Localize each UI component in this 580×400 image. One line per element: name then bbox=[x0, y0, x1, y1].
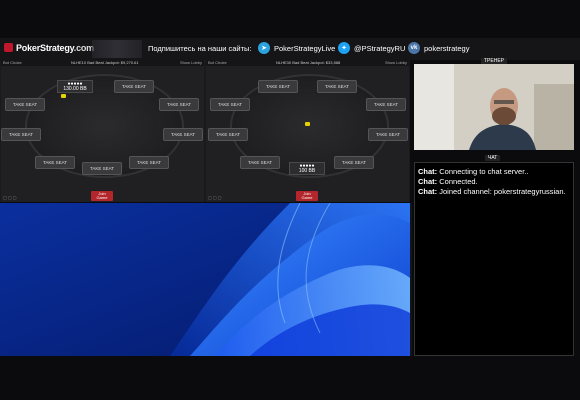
telegram-icon: ➤ bbox=[258, 42, 270, 54]
take-seat-button[interactable]: TAKE SEAT bbox=[317, 80, 357, 93]
take-seat-button[interactable]: TAKE SEAT bbox=[159, 98, 199, 111]
chat-message: Chat: Joined channel: pokerstrategyrussi… bbox=[415, 187, 573, 197]
chat-text: Connected. bbox=[439, 177, 478, 186]
table-menu[interactable]: Bot Choke bbox=[3, 60, 22, 65]
jackpot-text: NLHE30 Bad Beat Jackpot: $33,588 bbox=[276, 60, 341, 65]
player-stack: ●●●●● 100 BB bbox=[289, 162, 325, 175]
telegram-label: PokerStrategyLive bbox=[274, 43, 336, 53]
twitter-label: @PStrategyRU bbox=[354, 43, 406, 53]
pokerstrategy-logo[interactable]: PokerStrategy.com bbox=[4, 43, 94, 53]
table-header: Bot Choke NLHE10 Bad Beat Jackpot: $9,27… bbox=[1, 60, 204, 66]
chat-sender: Chat: bbox=[418, 167, 438, 176]
vk-label: pokerstrategy bbox=[424, 43, 470, 53]
game-label: Game bbox=[301, 195, 313, 200]
player-stack-amount: 100 BB bbox=[298, 167, 316, 174]
logo-text: PokerStrategy bbox=[16, 43, 74, 53]
chat-text: Joined channel: pokerstrategyrussian. bbox=[439, 187, 566, 196]
webcam-feed bbox=[414, 64, 574, 150]
desktop-wallpaper bbox=[0, 203, 410, 356]
take-seat-button[interactable]: TAKE SEAT bbox=[129, 156, 169, 169]
show-lobby-button[interactable]: Show Lobby bbox=[385, 60, 407, 65]
take-seat-button[interactable]: TAKE SEAT bbox=[366, 98, 406, 111]
bloom-wallpaper-graphic bbox=[0, 203, 410, 356]
twitter-icon: ✦ bbox=[338, 42, 350, 54]
chat-message: Chat: Connected. bbox=[415, 177, 573, 187]
take-seat-button[interactable]: TAKE SEAT bbox=[368, 128, 408, 141]
player-stack-amount: 130.00 BB bbox=[63, 85, 87, 92]
take-seat-button[interactable]: TAKE SEAT bbox=[1, 128, 41, 141]
take-seat-button[interactable]: TAKE SEAT bbox=[35, 156, 75, 169]
chat-sender: Chat: bbox=[418, 177, 438, 186]
banner-artwork bbox=[92, 40, 142, 58]
show-lobby-button[interactable]: Show Lobby bbox=[180, 60, 202, 65]
dealer-button-icon bbox=[305, 122, 310, 126]
telegram-link[interactable]: ➤ PokerStrategyLive bbox=[258, 42, 335, 54]
join-game-button[interactable]: Join Game bbox=[296, 191, 318, 201]
frame-divider bbox=[410, 203, 412, 356]
take-seat-button[interactable]: TAKE SEAT bbox=[5, 98, 45, 111]
take-seat-button[interactable]: TAKE SEAT bbox=[210, 98, 250, 111]
player-stack: ●●●●● 130.00 BB bbox=[57, 80, 93, 93]
chat-message: Chat: Connecting to chat server.. bbox=[415, 167, 573, 177]
jackpot-text: NLHE10 Bad Beat Jackpot: $9,270.61 bbox=[71, 60, 139, 65]
poker-table-window-2: Bot Choke NLHE30 Bad Beat Jackpot: $33,5… bbox=[206, 60, 409, 202]
take-seat-button[interactable]: TAKE SEAT bbox=[208, 128, 248, 141]
take-seat-button[interactable]: TAKE SEAT bbox=[334, 156, 374, 169]
take-seat-button[interactable]: TAKE SEAT bbox=[114, 80, 154, 93]
table-menu[interactable]: Bot Choke bbox=[208, 60, 227, 65]
table-tools-icons[interactable]: ▢ ▢ ▢ bbox=[3, 195, 17, 200]
table-tools-icons[interactable]: ▢ ▢ ▢ bbox=[208, 195, 222, 200]
poker-table-window-1: Bot Choke NLHE10 Bad Beat Jackpot: $9,27… bbox=[1, 60, 204, 202]
logo-domain: .com bbox=[73, 43, 94, 53]
subscribe-text: Подпишитесь на наши сайты: bbox=[148, 44, 252, 53]
take-seat-button[interactable]: TAKE SEAT bbox=[240, 156, 280, 169]
take-seat-button[interactable]: TAKE SEAT bbox=[82, 162, 122, 175]
game-label: Game bbox=[96, 195, 108, 200]
chat-panel: Chat: Connecting to chat server.. Chat: … bbox=[414, 162, 574, 356]
take-seat-button[interactable]: TAKE SEAT bbox=[163, 128, 203, 141]
chat-label: ЧАТ bbox=[485, 155, 501, 161]
twitter-link[interactable]: ✦ @PStrategyRU bbox=[338, 42, 405, 54]
join-game-button[interactable]: Join Game bbox=[91, 191, 113, 201]
logo-mark-icon bbox=[4, 43, 13, 52]
dealer-button-icon bbox=[61, 94, 66, 98]
chat-text: Connecting to chat server.. bbox=[439, 167, 529, 176]
take-seat-button[interactable]: TAKE SEAT bbox=[258, 80, 298, 93]
table-header: Bot Choke NLHE30 Bad Beat Jackpot: $33,5… bbox=[206, 60, 409, 66]
webcam-person-image bbox=[414, 64, 574, 150]
vk-link[interactable]: vk pokerstrategy bbox=[408, 42, 469, 54]
chat-sender: Chat: bbox=[418, 187, 438, 196]
vk-icon: vk bbox=[408, 42, 420, 54]
